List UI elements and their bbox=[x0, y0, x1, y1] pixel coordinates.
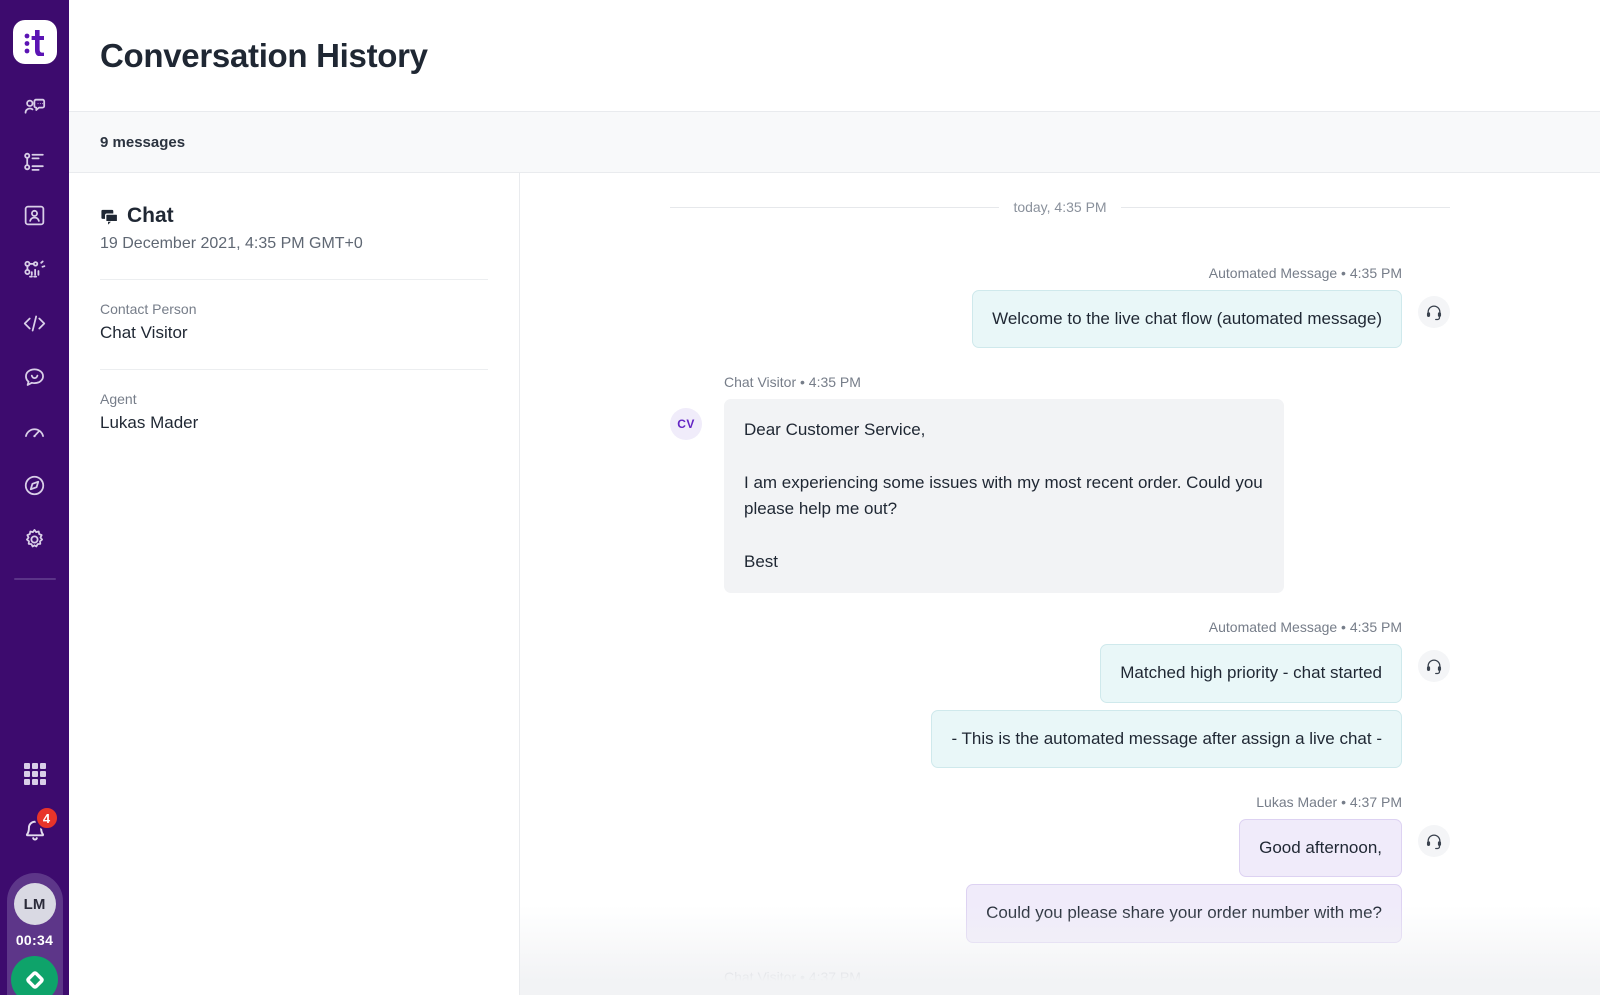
message-row: Could you please share your order number… bbox=[670, 884, 1450, 943]
message-count-label: 9 messages bbox=[100, 133, 186, 151]
primary-sidebar: 4 LM 00:34 bbox=[0, 0, 69, 995]
headset-icon-placeholder bbox=[1418, 716, 1450, 748]
message-meta: Lukas Mader • 4:37 PM bbox=[1256, 794, 1402, 811]
message-bubble: Dear Customer Service, I am experiencing… bbox=[724, 399, 1284, 594]
message-bubble: Good afternoon, bbox=[1239, 819, 1402, 878]
app-root: 4 LM 00:34 Conversation History 9 messag… bbox=[0, 0, 1600, 995]
contact-card-icon bbox=[24, 205, 45, 225]
grid-apps-icon[interactable] bbox=[22, 761, 48, 792]
conversation-pane[interactable]: today, 4:35 PM Automated Message • 4:35 … bbox=[520, 173, 1600, 995]
gear-icon bbox=[26, 528, 43, 547]
sidebar-item-performance[interactable] bbox=[14, 414, 56, 448]
session-timer: 00:34 bbox=[15, 932, 54, 948]
avatar: CV bbox=[670, 408, 702, 441]
compass-icon bbox=[24, 475, 45, 495]
divider-line-right bbox=[1120, 206, 1451, 208]
sidebar-item-automation[interactable] bbox=[14, 252, 56, 286]
notifications-button[interactable]: 4 bbox=[22, 806, 59, 849]
headset-icon bbox=[1418, 650, 1450, 683]
sidebar-item-tasks[interactable] bbox=[14, 144, 56, 178]
code-icon bbox=[23, 315, 46, 331]
user-status-stack: LM 00:34 bbox=[6, 873, 63, 995]
message-group: Automated Message • 4:35 PM Matched high… bbox=[670, 619, 1450, 769]
sidebar-bottom-section: 4 LM 00:34 bbox=[0, 761, 69, 995]
app-logo[interactable] bbox=[12, 20, 57, 64]
sidebar-item-settings[interactable] bbox=[14, 522, 56, 556]
channel-name: Chat bbox=[127, 204, 174, 227]
main-content: Conversation History 9 messages Chat 19 … bbox=[69, 0, 1600, 995]
message-row: - This is the automated message after as… bbox=[670, 709, 1450, 769]
speech-bubble-icon bbox=[25, 367, 44, 386]
message-row: Good afternoon, bbox=[670, 819, 1450, 878]
field-label: Contact Person bbox=[100, 301, 197, 317]
field-value: Lukas Mader bbox=[100, 413, 199, 432]
task-list-icon bbox=[24, 152, 44, 171]
sidebar-item-explore[interactable] bbox=[14, 468, 56, 502]
page-title: Conversation History bbox=[100, 36, 428, 74]
message-row: Welcome to the live chat flow (automated… bbox=[670, 290, 1450, 349]
divider-line-left bbox=[670, 206, 1000, 208]
message-row: CV Dear Customer Service, I am experienc… bbox=[670, 399, 1450, 594]
channel-header: Chat bbox=[100, 204, 488, 228]
message-bubble: Welcome to the live chat flow (automated… bbox=[972, 290, 1402, 349]
sidebar-item-conversations[interactable] bbox=[14, 90, 56, 124]
sidebar-item-messages[interactable] bbox=[14, 360, 56, 394]
day-divider-label: today, 4:35 PM bbox=[1013, 199, 1107, 215]
page-header: Conversation History bbox=[69, 0, 1600, 112]
message-bubble: Matched high priority - chat started bbox=[1100, 644, 1402, 703]
status-toggle-button[interactable] bbox=[11, 956, 58, 995]
field-label: Agent bbox=[100, 391, 137, 407]
notification-badge: 4 bbox=[34, 806, 59, 830]
message-count-bar: 9 messages bbox=[69, 112, 1600, 173]
message-meta: Chat Visitor • 4:35 PM bbox=[724, 374, 861, 391]
message-group: Chat Visitor • 4:35 PM CV Dear Customer … bbox=[670, 374, 1450, 594]
chat-bubbles-icon bbox=[101, 209, 119, 225]
message-bubble: - This is the automated message after as… bbox=[931, 709, 1402, 769]
field-value: Chat Visitor bbox=[100, 323, 188, 342]
message-bubble: Could you please share your order number… bbox=[966, 884, 1402, 943]
conversation-detail-pane: Chat 19 December 2021, 4:35 PM GMT+0 Con… bbox=[69, 173, 520, 995]
sidebar-divider bbox=[13, 578, 56, 580]
headset-icon bbox=[1418, 296, 1450, 328]
sidebar-nav-list bbox=[14, 90, 56, 556]
detail-field-agent: Agent Lukas Mader bbox=[100, 369, 488, 433]
chat-support-icon bbox=[24, 98, 46, 114]
headset-icon-placeholder bbox=[1418, 890, 1450, 922]
message-row: Matched high priority - chat started bbox=[670, 644, 1450, 703]
avatar[interactable]: LM bbox=[13, 883, 56, 925]
sidebar-item-developer[interactable] bbox=[14, 306, 56, 340]
headset-icon bbox=[1418, 825, 1450, 858]
content-body: Chat 19 December 2021, 4:35 PM GMT+0 Con… bbox=[69, 173, 1600, 995]
message-group: Lukas Mader • 4:37 PM Good afternoon, Co… bbox=[670, 794, 1450, 943]
diamond-status-icon bbox=[25, 970, 44, 989]
message-meta: Chat Visitor • 4:37 PM bbox=[724, 968, 861, 985]
message-group: Automated Message • 4:35 PM Welcome to t… bbox=[670, 265, 1450, 349]
logo-glyph-icon bbox=[24, 30, 44, 56]
sidebar-item-contacts[interactable] bbox=[14, 198, 56, 232]
gauge-icon bbox=[25, 427, 44, 437]
message-group: Chat Visitor • 4:37 PM bbox=[670, 969, 1450, 985]
detail-field-contact-person: Contact Person Chat Visitor bbox=[100, 279, 488, 343]
conversation-scroll-area: today, 4:35 PM Automated Message • 4:35 … bbox=[520, 173, 1600, 995]
workflow-icon bbox=[24, 259, 46, 277]
message-meta: Automated Message • 4:35 PM bbox=[1208, 265, 1402, 281]
conversation-datetime: 19 December 2021, 4:35 PM GMT+0 bbox=[100, 235, 363, 252]
message-meta: Automated Message • 4:35 PM bbox=[1208, 619, 1402, 636]
day-divider: today, 4:35 PM bbox=[670, 199, 1451, 215]
